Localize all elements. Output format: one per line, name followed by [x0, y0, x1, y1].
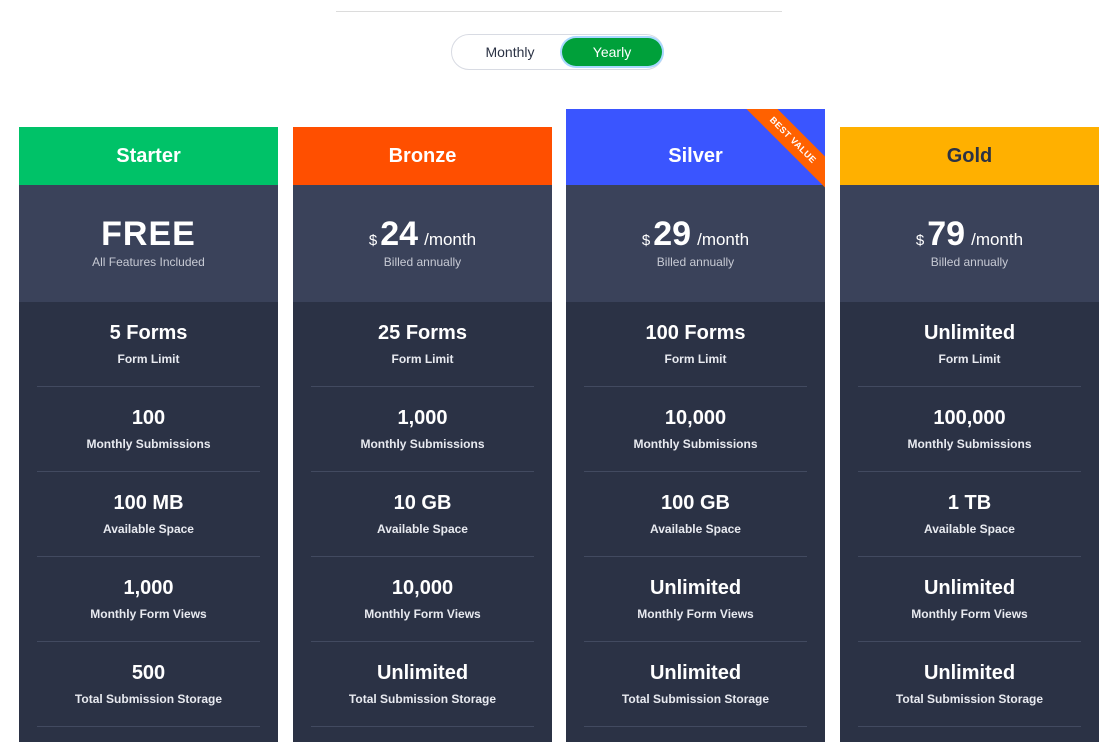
feature-value: 100: [131, 407, 166, 429]
price-period: /month: [697, 230, 750, 249]
feature-value: Unlimited: [649, 662, 742, 684]
feature-value: 100 MB: [113, 492, 184, 514]
feature-item: 1,000 Monthly Submissions: [311, 387, 534, 472]
feature-item: 100 GB Available Space: [584, 472, 807, 557]
feature-label: Available Space: [650, 522, 741, 536]
feature-item: Unlimited Monthly Form Views: [858, 557, 1081, 642]
feature-label: Monthly Form Views: [637, 607, 754, 621]
plan-card-gold: Gold $79/month Billed annually Unlimited…: [840, 127, 1099, 742]
feature-list: 100 Forms Form Limit 10,000 Monthly Submis…: [566, 302, 825, 727]
feature-item: 100 Monthly Submissions: [37, 387, 260, 472]
feature-value: 1,000: [397, 407, 448, 429]
feature-item: 25 Forms Form Limit: [311, 302, 534, 387]
price-period: /month: [971, 230, 1024, 249]
feature-item: 500 Total Submission Storage: [37, 642, 260, 727]
feature-item: 100 MB Available Space: [37, 472, 260, 557]
top-divider: [336, 11, 782, 12]
feature-item: Unlimited Total Submission Storage: [584, 642, 807, 727]
price-note: All Features Included: [92, 255, 205, 269]
feature-item: 10,000 Monthly Submissions: [584, 387, 807, 472]
feature-label: Monthly Submissions: [360, 437, 485, 451]
feature-label: Monthly Submissions: [86, 437, 211, 451]
feature-value: 25 Forms: [378, 322, 467, 344]
feature-value: 500: [131, 662, 166, 684]
currency-symbol: $: [368, 232, 378, 249]
plan-card-bronze: Bronze $24/month Billed annually 25 Form…: [293, 127, 552, 742]
feature-list: 5 Forms Form Limit 100 Monthly Submissions…: [19, 302, 278, 727]
price-box: FREE All Features Included: [19, 185, 278, 302]
billing-toggle[interactable]: Monthly Yearly: [451, 34, 664, 70]
best-value-badge: BEST VALUE: [745, 109, 825, 189]
currency-symbol: $: [915, 232, 925, 249]
feature-value: Unlimited: [649, 577, 742, 599]
feature-value: 100 Forms: [645, 322, 746, 344]
feature-item: 1,000 Monthly Form Views: [37, 557, 260, 642]
price-note: Billed annually: [383, 255, 462, 269]
plan-card-starter: Starter FREE All Features Included 5 For…: [19, 127, 278, 742]
feature-item: 5 Forms Form Limit: [37, 302, 260, 387]
feature-value: 5 Forms: [109, 322, 188, 344]
feature-label: Available Space: [377, 522, 468, 536]
monthly-option[interactable]: Monthly: [460, 38, 560, 66]
feature-label: Monthly Form Views: [364, 607, 481, 621]
feature-value: 100,000: [933, 407, 1006, 429]
feature-item: Unlimited Monthly Form Views: [584, 557, 807, 642]
feature-label: Total Submission Storage: [895, 692, 1044, 706]
feature-label: Monthly Submissions: [907, 437, 1032, 451]
feature-value: Unlimited: [923, 577, 1016, 599]
feature-item: 10,000 Monthly Form Views: [311, 557, 534, 642]
feature-value: 100 GB: [661, 492, 730, 514]
price-free: FREE: [101, 215, 196, 253]
feature-value: Unlimited: [923, 322, 1016, 344]
feature-label: Form Limit: [938, 352, 1001, 366]
price-box: $29/month Billed annually: [566, 185, 825, 302]
price-amount: 79: [927, 215, 966, 253]
currency-symbol: $: [641, 232, 651, 249]
feature-value: 10,000: [391, 577, 454, 599]
feature-label: Form Limit: [117, 352, 180, 366]
price-box: $79/month Billed annually: [840, 185, 1099, 302]
feature-label: Total Submission Storage: [74, 692, 223, 706]
feature-item: 100 Forms Form Limit: [584, 302, 807, 387]
price-box: $24/month Billed annually: [293, 185, 552, 302]
plan-name: Bronze: [293, 127, 552, 185]
feature-item: Unlimited Total Submission Storage: [858, 642, 1081, 727]
feature-item: 100,000 Monthly Submissions: [858, 387, 1081, 472]
feature-label: Form Limit: [664, 352, 727, 366]
feature-label: Available Space: [924, 522, 1015, 536]
price-period: /month: [424, 230, 477, 249]
feature-value: Unlimited: [923, 662, 1016, 684]
feature-value: 10,000: [664, 407, 727, 429]
plan-name: Gold: [840, 127, 1099, 185]
feature-label: Available Space: [103, 522, 194, 536]
plan-name: Starter: [19, 127, 278, 185]
feature-label: Monthly Submissions: [633, 437, 758, 451]
feature-label: Monthly Form Views: [911, 607, 1028, 621]
feature-label: Form Limit: [391, 352, 454, 366]
yearly-option[interactable]: Yearly: [562, 38, 662, 66]
best-value-ribbon: BEST VALUE: [745, 109, 825, 189]
price-amount: 29: [653, 215, 692, 253]
feature-value: Unlimited: [376, 662, 469, 684]
price-amount: 24: [380, 215, 419, 253]
feature-label: Total Submission Storage: [348, 692, 497, 706]
feature-label: Monthly Form Views: [90, 607, 207, 621]
feature-item: 10 GB Available Space: [311, 472, 534, 557]
plan-card-silver: Silver BEST VALUE $29/month Billed annua…: [566, 109, 825, 742]
price-note: Billed annually: [930, 255, 1009, 269]
feature-list: Unlimited Form Limit 100,000 Monthly Submi…: [840, 302, 1099, 727]
price-note: Billed annually: [656, 255, 735, 269]
feature-item: Unlimited Total Submission Storage: [311, 642, 534, 727]
feature-value: 1 TB: [947, 492, 992, 514]
feature-item: Unlimited Form Limit: [858, 302, 1081, 387]
feature-item: 1 TB Available Space: [858, 472, 1081, 557]
feature-value: 10 GB: [393, 492, 452, 514]
feature-list: 25 Forms Form Limit 1,000 Monthly Submissi…: [293, 302, 552, 727]
feature-value: 1,000: [123, 577, 174, 599]
feature-label: Total Submission Storage: [621, 692, 770, 706]
